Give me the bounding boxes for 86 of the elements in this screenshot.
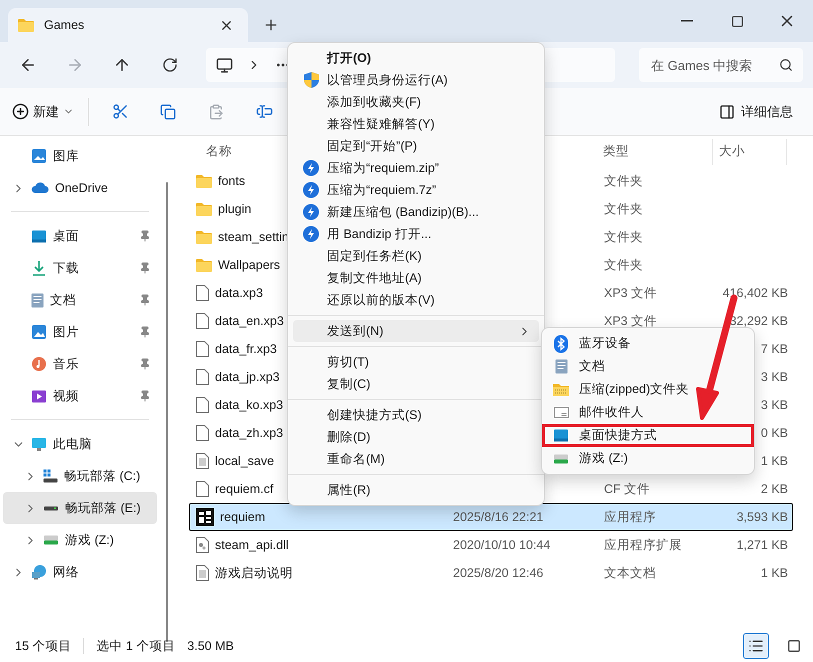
sidebar-item[interactable]: 畅玩部落 (C:)	[3, 460, 157, 492]
menu-item[interactable]: 创建快捷方式(S)	[293, 404, 539, 426]
new-button[interactable]: 新建	[12, 98, 74, 124]
file-type: 应用程序扩展	[604, 538, 682, 552]
menu-item[interactable]: 剪切(T)	[293, 351, 539, 373]
modified-date: 2020/10/10 10:44	[453, 538, 550, 552]
menu-item[interactable]: 固定到“开始”(P)	[293, 135, 539, 157]
file-type: CF 文件	[604, 482, 650, 496]
sidebar-item[interactable]: 文档	[3, 284, 157, 316]
file-name[interactable]: data_en.xp3	[215, 314, 284, 328]
file-name[interactable]: data.xp3	[215, 286, 263, 300]
selection-count: 选中 1 个项目	[96, 638, 176, 654]
menu-item[interactable]: 压缩为“requiem.7z”	[293, 179, 539, 201]
menu-item[interactable]: 重命名(M)	[293, 448, 539, 470]
file-size: 1,271 KB	[736, 538, 788, 552]
menu-item[interactable]: 固定到任务栏(K)	[293, 245, 539, 267]
file-row[interactable]: requiem 2025/8/16 22:21 应用程序 3,593 KB	[189, 503, 793, 531]
menu-item[interactable]: 复制(C)	[293, 373, 539, 395]
file-name[interactable]: steam_settin	[218, 230, 289, 244]
menu-item[interactable]: 删除(D)	[293, 426, 539, 448]
sidebar-item[interactable]: OneDrive	[3, 172, 157, 204]
menu-item[interactable]: 用 Bandizip 打开...	[293, 223, 539, 245]
menu-item[interactable]: 新建压缩包 (Bandizip)(B)...	[293, 201, 539, 223]
menu-item[interactable]: 压缩为“requiem.zip”	[293, 157, 539, 179]
menu-item[interactable]: 兼容性疑难解答(Y)	[293, 113, 539, 135]
file-type: 文件夹	[604, 258, 643, 272]
window-tab[interactable]: Games	[8, 8, 248, 42]
file-type: XP3 文件	[604, 286, 658, 300]
sidebar-item[interactable]: 网络	[3, 556, 157, 588]
menu-item[interactable]: 以管理员身份运行(A)	[293, 69, 539, 91]
file-type: 文件夹	[604, 230, 643, 244]
file-size: 3 KB	[760, 398, 788, 412]
sidebar-item[interactable]: 畅玩部落 (E:)	[3, 492, 157, 524]
menu-item[interactable]: 邮件收件人	[542, 401, 754, 424]
file-type: 文件夹	[604, 174, 643, 188]
file-type: 应用程序	[604, 510, 656, 524]
menu-item[interactable]: 压缩(zipped)文件夹	[542, 378, 754, 401]
file-name[interactable]: data_fr.xp3	[215, 342, 277, 356]
file-name[interactable]: plugin	[218, 202, 252, 216]
file-size: 1 KB	[760, 454, 788, 468]
menu-item[interactable]: 发送到(N)	[293, 320, 539, 342]
item-count: 15 个项目	[15, 638, 72, 654]
sidebar-item[interactable]: 音乐	[3, 348, 157, 380]
file-size: 3 KB	[760, 370, 788, 384]
file-size: 3,593 KB	[736, 510, 788, 524]
sidebar-item[interactable]: 桌面	[3, 220, 157, 252]
details-button[interactable]: 详细信息	[711, 98, 801, 124]
search-field[interactable]: 在 Games 中搜索	[639, 48, 804, 82]
file-name[interactable]: local_save	[215, 454, 274, 468]
menu-item[interactable]: 蓝牙设备	[542, 332, 754, 355]
menu-item[interactable]: 添加到收藏夹(F)	[293, 91, 539, 113]
file-name[interactable]: fonts	[218, 174, 246, 188]
menu-item[interactable]: 打开(O)	[293, 47, 539, 69]
file-type: XP3 文件	[604, 314, 658, 328]
file-size: 0 KB	[760, 426, 788, 440]
file-size: 2 KB	[760, 482, 788, 496]
file-name[interactable]: steam_api.dll	[215, 538, 289, 552]
column-header[interactable]: 大小	[713, 138, 787, 164]
selection-size: 3.50 MB	[187, 639, 234, 653]
file-type: 文本文档	[604, 566, 656, 580]
menu-item[interactable]: 复制文件地址(A)	[293, 267, 539, 289]
menu-item[interactable]: 桌面快捷方式	[542, 424, 754, 447]
menu-item[interactable]: 属性(R)	[293, 479, 539, 501]
file-name[interactable]: data_jp.xp3	[215, 370, 280, 384]
menu-item[interactable]: 还原以前的版本(V)	[293, 289, 539, 311]
file-name: requiem	[220, 510, 266, 524]
file-name[interactable]: data_ko.xp3	[215, 398, 284, 412]
file-name[interactable]: requiem.cf	[215, 482, 274, 496]
file-size: 416,402 KB	[722, 286, 788, 300]
file-type: 文件夹	[604, 202, 643, 216]
file-size: 7 KB	[760, 342, 788, 356]
sidebar-item[interactable]: 图片	[3, 316, 157, 348]
menu-item[interactable]: 文档	[542, 355, 754, 378]
file-name[interactable]: 游戏启动说明	[215, 564, 293, 582]
modified-date: 2025/8/16 22:21	[453, 510, 544, 524]
column-header[interactable]: 类型	[595, 138, 713, 164]
sidebar-item[interactable]: 游戏 (Z:)	[3, 524, 157, 556]
menu-item[interactable]: 游戏 (Z:)	[542, 447, 754, 470]
file-size: 1 KB	[760, 566, 788, 580]
sidebar-item[interactable]: 下载	[3, 252, 157, 284]
file-name[interactable]: data_zh.xp3	[215, 426, 284, 440]
sidebar-item[interactable]: 图库	[3, 140, 157, 172]
modified-date: 2025/8/20 12:46	[453, 566, 544, 580]
file-name[interactable]: Wallpapers	[218, 258, 280, 272]
sidebar-item[interactable]: 视频	[3, 380, 157, 412]
sidebar-item[interactable]: 此电脑	[3, 428, 157, 460]
